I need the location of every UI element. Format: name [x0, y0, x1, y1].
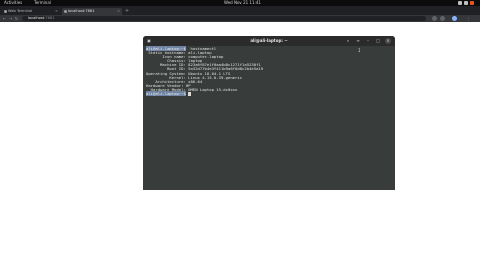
power-icon: [470, 1, 474, 5]
url-host: localhost: [28, 16, 45, 20]
browser-toolbar: ← → ↻ localhost:7681 ⋮: [0, 15, 480, 22]
forward-icon[interactable]: →: [8, 16, 13, 21]
network-icon: [458, 1, 462, 5]
extension-icon[interactable]: [440, 16, 445, 21]
menu-kebab-icon[interactable]: ⋮: [466, 16, 471, 21]
text-cursor-marker: I: [358, 48, 361, 53]
browser-tab-active[interactable]: localhost:7681 ×: [62, 8, 122, 15]
browser-tab[interactable]: Web Terminal ×: [2, 8, 60, 15]
new-tab-icon[interactable]: +: [124, 8, 130, 15]
browser-tab-bar: Web Terminal × localhost:7681 × +: [0, 6, 480, 15]
minimize-icon[interactable]: –: [365, 38, 371, 44]
tab-favicon-icon: [64, 10, 67, 13]
system-tray[interactable]: [458, 0, 474, 5]
profile-avatar-icon[interactable]: [452, 16, 457, 21]
address-bar[interactable]: localhost:7681: [22, 16, 426, 21]
maximize-icon[interactable]: □: [375, 38, 381, 44]
volume-icon: [464, 1, 468, 5]
url-port: :7681: [44, 16, 55, 20]
reload-icon[interactable]: ↻: [14, 16, 19, 21]
terminal-prompt: ali@ali-laptop:~$: [146, 91, 186, 97]
terminal-cursor: [188, 92, 191, 96]
terminal-line: ali@ali-laptop:~$: [146, 91, 263, 97]
tab-title: localhost:7681: [68, 9, 95, 13]
tab-close-icon[interactable]: ×: [55, 8, 58, 15]
tab-title: Web Terminal: [8, 9, 33, 13]
extension-icon[interactable]: [432, 16, 437, 21]
terminal-output[interactable]: ali@ali-laptop:~$ hostnamectl Static hos…: [146, 46, 263, 97]
terminal-header-bar: ▣ ali@ali-laptop: ~ ⌕ ≡ – □ ×: [143, 36, 395, 46]
search-icon[interactable]: ⌕: [345, 38, 351, 44]
close-icon[interactable]: ×: [385, 38, 391, 44]
hamburger-menu-icon[interactable]: ≡: [355, 38, 361, 44]
tab-favicon-icon: [4, 10, 7, 13]
tab-close-icon[interactable]: ×: [117, 8, 120, 15]
terminal-window[interactable]: ▣ ali@ali-laptop: ~ ⌕ ≡ – □ × I ali@ali-…: [143, 36, 395, 190]
back-icon[interactable]: ←: [2, 16, 7, 21]
